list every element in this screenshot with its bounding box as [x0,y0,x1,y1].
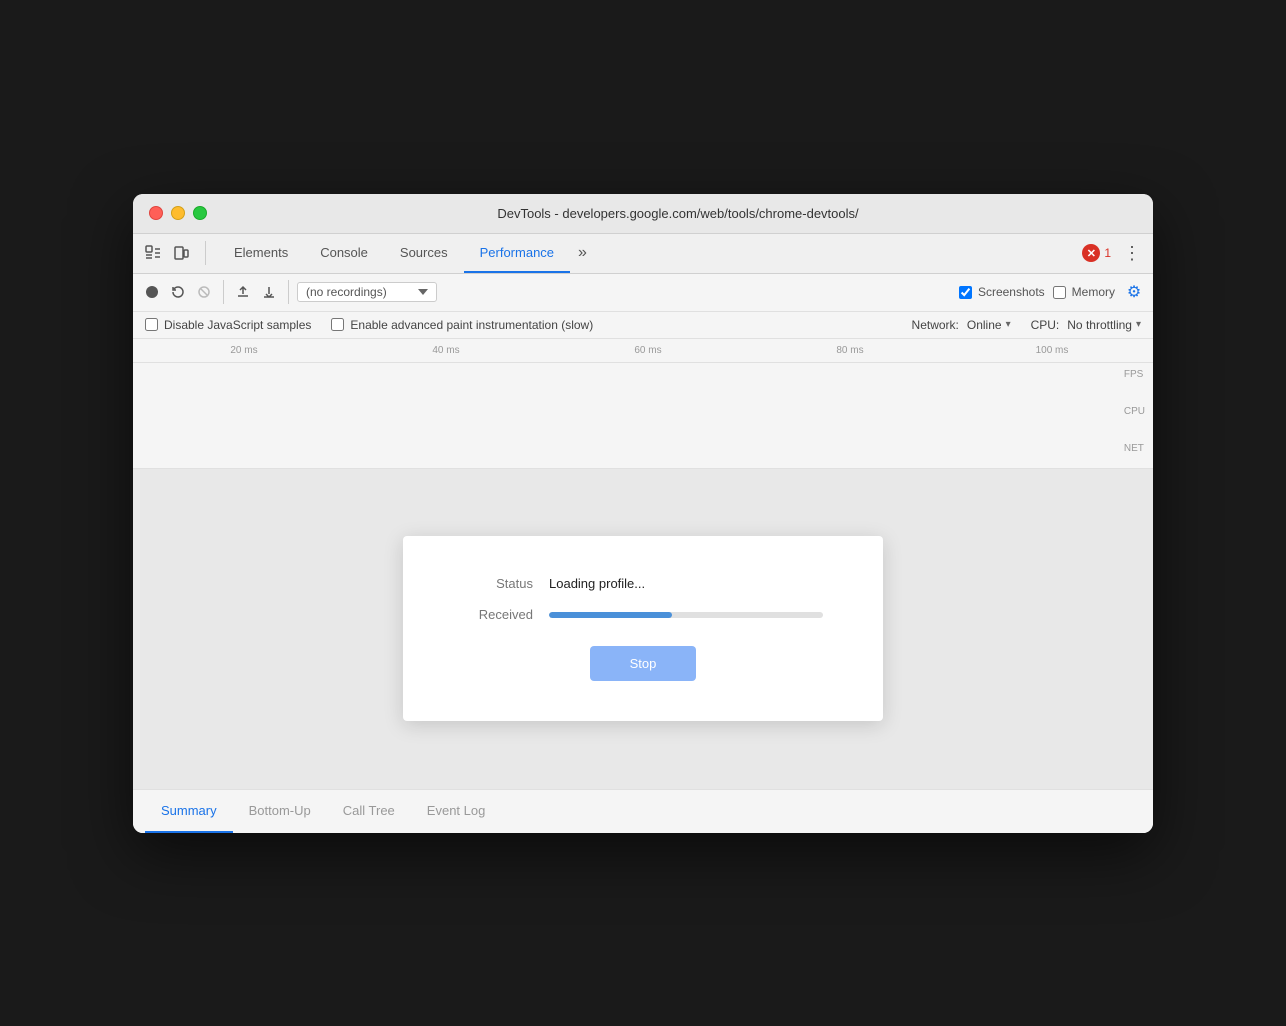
recordings-dropdown[interactable]: (no recordings) [297,282,437,302]
net-label: NET [1124,443,1145,454]
tab-call-tree[interactable]: Call Tree [327,789,411,833]
tab-summary[interactable]: Summary [145,789,233,833]
status-label: Status [463,576,533,591]
tab-bar-right: ✕ 1 ⋮ [1082,239,1145,268]
maximize-button[interactable] [193,206,207,220]
progress-bar [549,612,823,618]
status-value: Loading profile... [549,576,645,591]
record-button[interactable] [141,281,163,303]
tab-performance[interactable]: Performance [464,233,570,273]
status-row: Status Loading profile... [463,576,823,591]
traffic-lights [149,206,207,220]
device-toolbar-icon[interactable] [169,241,193,265]
more-tabs-button[interactable]: » [570,233,595,273]
stop-button[interactable]: Stop [590,646,697,681]
disable-js-label[interactable]: Disable JavaScript samples [145,318,311,332]
screenshots-checkbox-label[interactable]: Screenshots [959,285,1045,299]
main-tabs: Elements Console Sources Performance » [218,233,1082,273]
screenshots-checkbox[interactable] [959,286,972,299]
devtools-body: Elements Console Sources Performance » ✕ [133,234,1153,833]
bottom-tabs: Summary Bottom-Up Call Tree Event Log [133,789,1153,833]
disable-js-checkbox[interactable] [145,318,158,331]
tick-40ms: 40 ms [345,345,547,356]
memory-checkbox[interactable] [1053,286,1066,299]
tick-60ms: 60 ms [547,345,749,356]
loading-dialog: Status Loading profile... Received Stop [403,536,883,721]
fps-label: FPS [1124,369,1145,380]
tab-sources[interactable]: Sources [384,233,464,273]
settings-bar: Disable JavaScript samples Enable advanc… [133,312,1153,339]
window-title: DevTools - developers.google.com/web/too… [219,206,1137,221]
performance-toolbar: (no recordings) Screenshots Memory ⚙ [133,274,1153,312]
main-content: Status Loading profile... Received Stop [133,469,1153,789]
tab-bottom-up[interactable]: Bottom-Up [233,789,327,833]
titlebar: DevTools - developers.google.com/web/too… [133,194,1153,234]
tab-bar-icons [141,241,206,265]
tick-80ms: 80 ms [749,345,951,356]
settings-left: Disable JavaScript samples Enable advanc… [145,318,892,332]
track-labels: FPS CPU NET [1124,369,1145,454]
tab-console[interactable]: Console [304,233,384,273]
network-dropdown-arrow: ▾ [1006,319,1011,330]
ruler-ticks: 20 ms 40 ms 60 ms 80 ms 100 ms [133,345,1153,356]
reload-button[interactable] [167,281,189,303]
advanced-paint-label[interactable]: Enable advanced paint instrumentation (s… [331,318,593,332]
clear-button[interactable] [193,281,215,303]
tab-event-log[interactable]: Event Log [411,789,502,833]
upload-button[interactable] [232,281,254,303]
inspector-icon[interactable] [141,241,165,265]
network-dropdown[interactable]: Network: Online ▾ [912,318,1011,332]
received-row: Received [463,607,823,622]
timeline-ruler: 20 ms 40 ms 60 ms 80 ms 100 ms [133,339,1153,363]
tick-20ms: 20 ms [143,345,345,356]
minimize-button[interactable] [171,206,185,220]
cpu-dropdown[interactable]: CPU: No throttling ▾ [1031,318,1141,332]
download-button[interactable] [258,281,280,303]
toolbar-divider-2 [288,280,289,304]
devtools-window: DevTools - developers.google.com/web/too… [133,194,1153,833]
cpu-dropdown-arrow: ▾ [1136,319,1141,330]
toolbar-divider-1 [223,280,224,304]
devtools-menu[interactable]: ⋮ [1119,239,1145,268]
tab-bar: Elements Console Sources Performance » ✕ [133,234,1153,274]
progress-fill [549,612,672,618]
advanced-paint-checkbox[interactable] [331,318,344,331]
timeline-area: 20 ms 40 ms 60 ms 80 ms 100 ms FPS CPU N… [133,339,1153,469]
settings-gear-icon[interactable]: ⚙ [1123,281,1145,303]
cpu-label: CPU [1124,406,1145,417]
tab-elements[interactable]: Elements [218,233,304,273]
memory-checkbox-label[interactable]: Memory [1053,285,1115,299]
received-label: Received [463,607,533,622]
error-badge[interactable]: ✕ 1 [1082,244,1111,262]
error-icon: ✕ [1082,244,1100,262]
close-button[interactable] [149,206,163,220]
toolbar-right: Screenshots Memory ⚙ [959,281,1145,303]
settings-right: Network: Online ▾ CPU: No throttling ▾ [912,318,1141,332]
tick-100ms: 100 ms [951,345,1153,356]
